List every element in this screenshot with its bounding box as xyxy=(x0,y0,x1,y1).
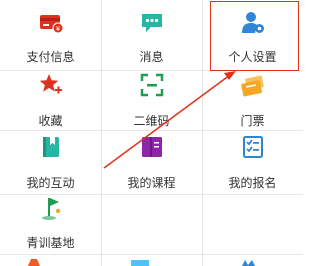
grid-item-label: 青训基地 xyxy=(26,236,75,250)
grid-item-youth-training-base[interactable]: 青训基地 xyxy=(0,194,101,254)
qr-code-icon xyxy=(139,72,165,98)
grid-item-label: 我的课程 xyxy=(127,176,176,190)
grid-item-tickets[interactable]: 门票 xyxy=(202,70,303,130)
ticket-icon xyxy=(240,74,266,100)
payment-card-icon: ¥ xyxy=(38,10,64,36)
course-book-icon xyxy=(139,134,165,160)
grid-item-payment-info[interactable]: ¥ 支付信息 xyxy=(0,0,101,70)
screen: ¥ 支付信息 消息 个人设置 收藏 二维码 门票 我的互动 我的课程 我的报名 … xyxy=(0,0,303,266)
grid-item-qr-code[interactable]: 二维码 xyxy=(101,70,202,130)
golf-flag-icon xyxy=(38,196,64,222)
grid-item-label: 支付信息 xyxy=(26,50,75,64)
message-bubble-icon xyxy=(139,10,165,36)
grid-item-messages[interactable]: 消息 xyxy=(101,0,202,70)
grid-item-label: 消息 xyxy=(139,50,164,64)
grid-item-label: 我的报名 xyxy=(228,176,277,190)
registration-list-icon xyxy=(240,134,266,160)
grid-item-my-registrations[interactable]: 我的报名 xyxy=(202,130,303,194)
grid-item-favorites[interactable]: 收藏 xyxy=(0,70,101,130)
star-plus-icon xyxy=(38,72,64,98)
grid-item-label: 门票 xyxy=(240,114,265,128)
grid-item-label: 二维码 xyxy=(133,114,170,128)
next-row-icons xyxy=(28,259,255,266)
grid-item-my-interactions[interactable]: 我的互动 xyxy=(0,130,101,194)
grid-item-label: 收藏 xyxy=(38,114,63,128)
annotation-highlight-box xyxy=(210,1,299,71)
grid-item-my-courses[interactable]: 我的课程 xyxy=(101,130,202,194)
svg-text:¥: ¥ xyxy=(55,25,60,33)
bookmark-book-icon xyxy=(38,134,64,160)
grid-item-label: 我的互动 xyxy=(26,176,75,190)
